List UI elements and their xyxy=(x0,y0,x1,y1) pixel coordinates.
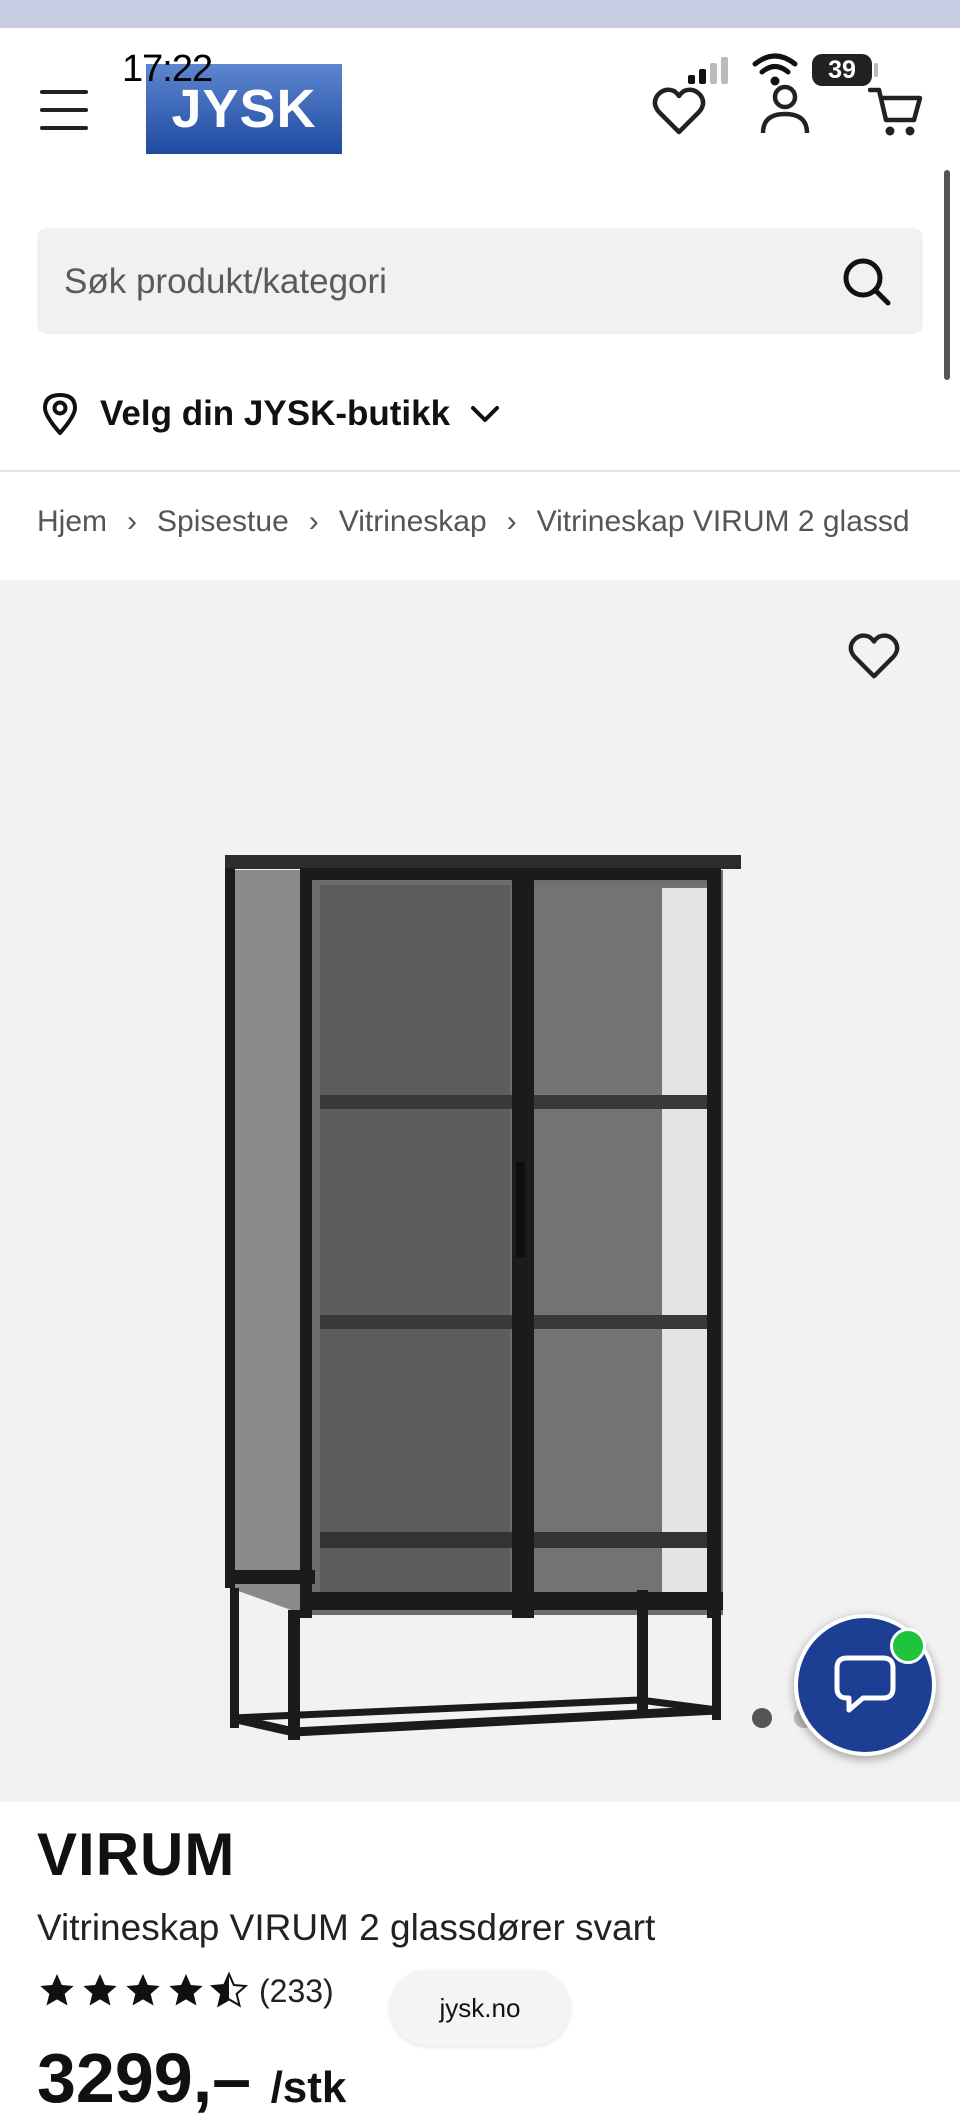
product-brand: VIRUM xyxy=(37,1821,236,1888)
chat-bubble-icon xyxy=(834,1655,896,1713)
breadcrumb-display-cabinets[interactable]: Vitrineskap xyxy=(339,505,487,539)
breadcrumb-dining-room[interactable]: Spisestue xyxy=(157,505,289,539)
breadcrumb-home[interactable]: Hjem xyxy=(37,505,107,539)
user-icon[interactable] xyxy=(760,84,810,136)
browser-url-pill[interactable]: jysk.no xyxy=(390,1970,570,2046)
star-icon xyxy=(126,1974,160,2006)
cellular-signal-icon xyxy=(688,56,728,84)
status-strip xyxy=(0,0,960,28)
breadcrumb-separator-icon: › xyxy=(308,505,319,538)
battery-indicator: 39 xyxy=(812,54,872,86)
search-input[interactable] xyxy=(62,228,806,336)
product-price: 3299,– /stk xyxy=(37,2038,346,2118)
chevron-down-icon xyxy=(471,406,500,422)
wifi-icon xyxy=(752,53,798,86)
heart-icon[interactable] xyxy=(652,86,706,136)
star-icon xyxy=(169,1974,203,2006)
price-unit: /stk xyxy=(270,2063,347,2112)
search-bar xyxy=(37,228,923,336)
product-image-gallery[interactable] xyxy=(0,580,960,1802)
star-half-icon xyxy=(209,1971,249,2008)
star-icon xyxy=(83,1974,117,2006)
display-cabinet-product-image xyxy=(225,855,741,1740)
location-pin-icon xyxy=(43,393,77,435)
gallery-dot-active[interactable] xyxy=(752,1708,772,1728)
shopping-cart-icon[interactable] xyxy=(868,86,924,138)
battery-tip xyxy=(874,63,878,77)
search-icon[interactable] xyxy=(841,256,893,308)
product-name: Vitrineskap VIRUM 2 glassdører svart xyxy=(37,1907,656,1948)
store-selector[interactable]: Velg din JYSK-butikk xyxy=(40,392,500,436)
online-status-dot xyxy=(890,1628,926,1664)
header-divider xyxy=(0,470,960,472)
rating-stars xyxy=(37,1971,249,2011)
page-scrollbar[interactable] xyxy=(944,170,950,380)
breadcrumb-separator-icon: › xyxy=(506,505,517,538)
store-selector-label: Velg din JYSK-butikk xyxy=(100,394,451,433)
star-icon xyxy=(40,1974,74,2006)
breadcrumb: Hjem › Spisestue › Vitrineskap › Vitrine… xyxy=(37,505,960,539)
breadcrumb-current-product[interactable]: Vitrineskap VIRUM 2 glassd xyxy=(537,505,910,539)
breadcrumb-separator-icon: › xyxy=(127,505,138,538)
status-time: 17:22 xyxy=(122,48,213,90)
hamburger-menu-icon[interactable] xyxy=(40,90,88,130)
add-to-wishlist-heart-icon[interactable] xyxy=(848,630,900,682)
price-value: 3299,– xyxy=(37,2039,252,2117)
review-count[interactable]: (233) xyxy=(259,1973,334,2010)
